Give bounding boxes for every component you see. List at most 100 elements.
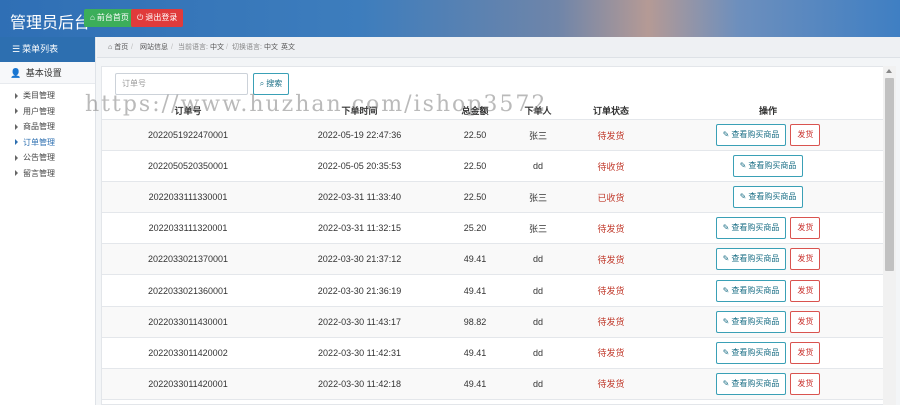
amount-cell: 49.41	[463, 285, 487, 296]
view-products-button[interactable]: ✎ 查看购买商品	[715, 372, 787, 395]
ship-button[interactable]: 发货	[790, 341, 821, 364]
view-products-button[interactable]: ✎ 查看购买商品	[715, 217, 787, 240]
sidebar-item-category[interactable]: 类目管理	[0, 88, 95, 104]
user-cell: dd	[532, 285, 543, 296]
table-row: 2022050520350001 2022-05-05 20:35:53 22.50…	[102, 151, 885, 183]
order-no-cell: 2022050520350001	[147, 161, 229, 172]
status-cell: 待发货	[597, 317, 625, 328]
breadcrumb-home[interactable]: ⌂ 首页	[108, 37, 128, 58]
switch-language-en[interactable]: 英文	[281, 37, 295, 58]
amount-cell: 22.50	[463, 161, 487, 172]
menu-icon: ☰	[12, 44, 21, 54]
order-no-cell: 2022051922470001	[147, 130, 229, 141]
table-row: 2022033021360001 2022-03-30 21:36:19 49.41…	[102, 276, 885, 307]
order-search-input[interactable]: 订单号	[115, 73, 248, 95]
status-cell: 待发货	[597, 379, 625, 390]
scroll-up-arrow-icon[interactable]	[886, 69, 892, 73]
ship-button[interactable]: 发货	[790, 124, 821, 147]
sidebar-item-label: 用户管理	[23, 106, 55, 116]
view-products-button[interactable]: ✎ 查看购买商品	[732, 186, 804, 209]
order-time-cell: 2022-03-30 21:37:12	[317, 254, 402, 265]
order-time-cell: 2022-03-30 11:42:31	[318, 347, 401, 358]
view-products-button[interactable]: ✎ 查看购买商品	[715, 341, 787, 364]
view-products-label: 查看购买商品	[731, 130, 780, 140]
breadcrumb-site-info[interactable]: 网站信息	[140, 37, 168, 58]
switch-language-zh[interactable]: 中文	[264, 37, 278, 58]
header-order-no: 订单号	[174, 106, 202, 116]
user-cell: dd	[532, 378, 543, 389]
view-products-label: 查看购买商品	[731, 285, 780, 295]
view-products-button[interactable]: ✎ 查看购买商品	[715, 279, 787, 302]
user-cell: 张三	[528, 223, 547, 234]
view-products-button[interactable]: ✎ 查看购买商品	[715, 124, 787, 147]
caret-right-icon	[15, 139, 18, 146]
caret-right-icon	[15, 92, 18, 99]
sidebar-group-label: 基本设置	[25, 68, 62, 78]
sidebar-item-users[interactable]: 用户管理	[0, 104, 95, 120]
app-title: 管理员后台	[10, 13, 91, 32]
frontend-home-button[interactable]: ⌂ 前台首页	[84, 9, 135, 27]
sidebar-item-products[interactable]: 商品管理	[0, 119, 95, 135]
ops-cell: ✎ 查看购买商品 发货	[651, 307, 885, 337]
sidebar-group-basic[interactable]: 👤 基本设置	[0, 62, 95, 84]
ops-cell: ✎ 查看购买商品	[651, 182, 885, 212]
edit-icon: ✎	[722, 316, 730, 326]
ops-cell: ✎ 查看购买商品 发货	[651, 244, 885, 274]
user-cell: 张三	[528, 130, 547, 141]
status-cell: 待发货	[597, 348, 625, 359]
ops-cell: ✎ 查看购买商品 发货	[651, 213, 885, 243]
home-icon: ⌂	[108, 44, 113, 51]
status-cell: 已收货	[597, 192, 625, 203]
view-products-button[interactable]: ✎ 查看购买商品	[715, 310, 787, 333]
ops-cell: ✎ 查看购买商品 发货	[651, 276, 885, 306]
view-products-label: 查看购买商品	[731, 254, 780, 264]
order-time-cell: 2022-05-05 20:35:53	[317, 161, 402, 172]
edit-icon: ✎	[722, 285, 730, 295]
caret-right-icon	[15, 170, 18, 177]
scrollbar[interactable]	[883, 66, 896, 405]
logout-button[interactable]: ⏻ 退出登录	[131, 9, 184, 27]
caret-right-icon	[15, 108, 18, 115]
view-products-label: 查看购买商品	[731, 347, 780, 357]
order-no-cell: 2022033021360001	[147, 285, 229, 296]
sidebar-item-label: 公告管理	[23, 153, 55, 162]
user-icon: 👤	[10, 68, 22, 78]
table-row: 2022033011420001 2022-03-30 11:42:18 49.41…	[102, 368, 885, 400]
status-cell: 待发货	[597, 223, 625, 234]
order-time-cell: 2022-03-30 11:43:17	[318, 316, 401, 327]
ship-button[interactable]: 发货	[790, 310, 821, 333]
ops-cell: ✎ 查看购买商品	[651, 151, 885, 181]
amount-cell: 22.50	[463, 130, 487, 141]
search-icon: ⌕	[259, 79, 265, 88]
view-products-button[interactable]: ✎ 查看购买商品	[732, 155, 804, 178]
order-time-cell: 2022-05-19 22:47:36	[317, 130, 402, 141]
amount-cell: 49.41	[463, 347, 487, 358]
view-products-label: 查看购买商品	[731, 223, 780, 233]
caret-right-icon	[15, 154, 18, 161]
ship-button[interactable]: 发货	[790, 279, 821, 302]
view-products-label: 查看购买商品	[748, 192, 797, 202]
order-no-cell: 2022033111330001	[148, 192, 228, 203]
amount-cell: 49.41	[463, 378, 487, 389]
sidebar-heading-label: 菜单列表	[22, 44, 59, 54]
ship-button[interactable]: 发货	[790, 372, 821, 395]
breadcrumb-separator: /	[131, 44, 133, 51]
amount-cell: 49.41	[463, 254, 487, 265]
sidebar-item-messages[interactable]: 留言管理	[0, 166, 95, 182]
view-products-button[interactable]: ✎ 查看购买商品	[715, 248, 787, 271]
table-row: 2022033111330001 2022-03-31 11:33:40 22.50…	[102, 182, 885, 214]
sidebar-item-orders[interactable]: 订单管理	[0, 135, 95, 151]
logout-label: 退出登录	[145, 13, 178, 22]
table-row: 2022033011430001 2022-03-30 11:43:17 98.82…	[102, 306, 885, 338]
ship-button[interactable]: 发货	[790, 217, 821, 240]
sidebar-item-notices[interactable]: 公告管理	[0, 150, 95, 166]
status-cell: 待发货	[597, 286, 625, 297]
search-button[interactable]: ⌕ 搜索	[253, 73, 289, 95]
edit-icon: ✎	[739, 192, 747, 202]
header-order-time: 下单时间	[341, 106, 378, 116]
scrollbar-thumb[interactable]	[885, 78, 894, 271]
ship-button[interactable]: 发货	[790, 248, 821, 271]
header-status: 订单状态	[592, 106, 629, 116]
order-panel: 订单号 ⌕ 搜索 订单号 下单时间 总金额 下单人 订单状态 操作 2022051…	[101, 66, 896, 405]
breadcrumb: ⌂ 首页 / 网站信息 / 当前语言: 中文 / 切换语言: 中文 英文	[97, 37, 900, 58]
